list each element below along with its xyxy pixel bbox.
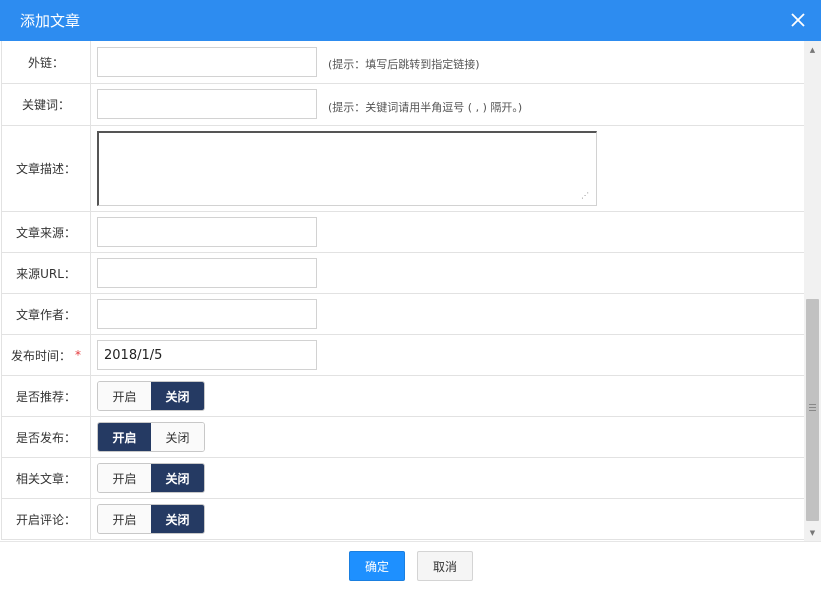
keywords-label: 关键词：	[2, 84, 91, 125]
comments-toggle: 开启 关闭	[97, 504, 205, 534]
dialog-footer: 确定 取消	[0, 541, 821, 592]
row-related: 相关文章： 开启 关闭	[2, 458, 804, 499]
row-external-link: 外链： (提示：填写后跳转到指定链接)	[2, 41, 804, 84]
related-off-option[interactable]: 关闭	[151, 464, 204, 492]
recommend-off-option[interactable]: 关闭	[151, 382, 204, 410]
author-input[interactable]	[97, 299, 317, 329]
comments-off-option[interactable]: 关闭	[151, 505, 204, 533]
dialog-titlebar: 添加文章	[0, 0, 821, 41]
scroll-down-icon[interactable]: ▼	[804, 524, 821, 541]
external-link-input[interactable]	[97, 47, 317, 77]
row-publish-time: 发布时间： *	[2, 335, 804, 376]
close-icon[interactable]	[789, 11, 807, 29]
publish-time-input[interactable]	[97, 340, 317, 370]
row-keywords: 关键词： (提示：关键词请用半角逗号 ( , ) 隔开。)	[2, 84, 804, 126]
row-source: 文章来源：	[2, 212, 804, 253]
confirm-button[interactable]: 确定	[349, 551, 405, 581]
recommend-label: 是否推荐：	[2, 376, 91, 416]
comments-on-option[interactable]: 开启	[98, 505, 151, 533]
source-url-input[interactable]	[97, 258, 317, 288]
author-label: 文章作者：	[2, 294, 91, 334]
required-mark: *	[75, 348, 81, 362]
vertical-scrollbar[interactable]: ▲ ▼	[804, 41, 821, 541]
comments-label: 开启评论：	[2, 499, 91, 539]
resize-grip-icon[interactable]: ⋰	[581, 191, 591, 201]
recommend-on-option[interactable]: 开启	[98, 382, 151, 410]
dialog-body: 外链： (提示：填写后跳转到指定链接) 关键词： (提示：关键词请用半角逗号 (…	[0, 41, 821, 541]
article-form: 外链： (提示：填写后跳转到指定链接) 关键词： (提示：关键词请用半角逗号 (…	[1, 41, 804, 540]
source-label: 文章来源：	[2, 212, 91, 252]
keywords-input[interactable]	[97, 89, 317, 119]
keywords-hint: (提示：关键词请用半角逗号 ( , ) 隔开。)	[328, 101, 523, 114]
scroll-up-icon[interactable]: ▲	[804, 41, 821, 58]
scrollbar-thumb[interactable]	[806, 299, 819, 521]
external-link-label: 外链：	[2, 41, 91, 83]
cancel-button[interactable]: 取消	[417, 551, 473, 581]
source-url-label: 来源URL：	[2, 253, 91, 293]
publish-time-label: 发布时间： *	[2, 335, 91, 375]
dialog-title: 添加文章	[20, 12, 81, 30]
publish-off-option[interactable]: 关闭	[151, 423, 204, 451]
publish-label: 是否发布：	[2, 417, 91, 457]
description-label: 文章描述：	[2, 126, 91, 211]
source-input[interactable]	[97, 217, 317, 247]
row-publish: 是否发布： 开启 关闭	[2, 417, 804, 458]
description-textarea[interactable]	[97, 131, 597, 206]
recommend-toggle: 开启 关闭	[97, 381, 205, 411]
related-on-option[interactable]: 开启	[98, 464, 151, 492]
row-source-url: 来源URL：	[2, 253, 804, 294]
publish-toggle: 开启 关闭	[97, 422, 205, 452]
row-description: 文章描述： ⋰	[2, 126, 804, 212]
external-link-hint: (提示：填写后跳转到指定链接)	[328, 58, 480, 71]
add-article-dialog: 添加文章 外链： (提示：填写后跳转到指定链接) 关键词： (提示：关键词请用半…	[0, 0, 821, 592]
related-toggle: 开启 关闭	[97, 463, 205, 493]
related-label: 相关文章：	[2, 458, 91, 498]
row-recommend: 是否推荐： 开启 关闭	[2, 376, 804, 417]
publish-on-option[interactable]: 开启	[98, 423, 151, 451]
row-author: 文章作者：	[2, 294, 804, 335]
row-comments: 开启评论： 开启 关闭	[2, 499, 804, 540]
